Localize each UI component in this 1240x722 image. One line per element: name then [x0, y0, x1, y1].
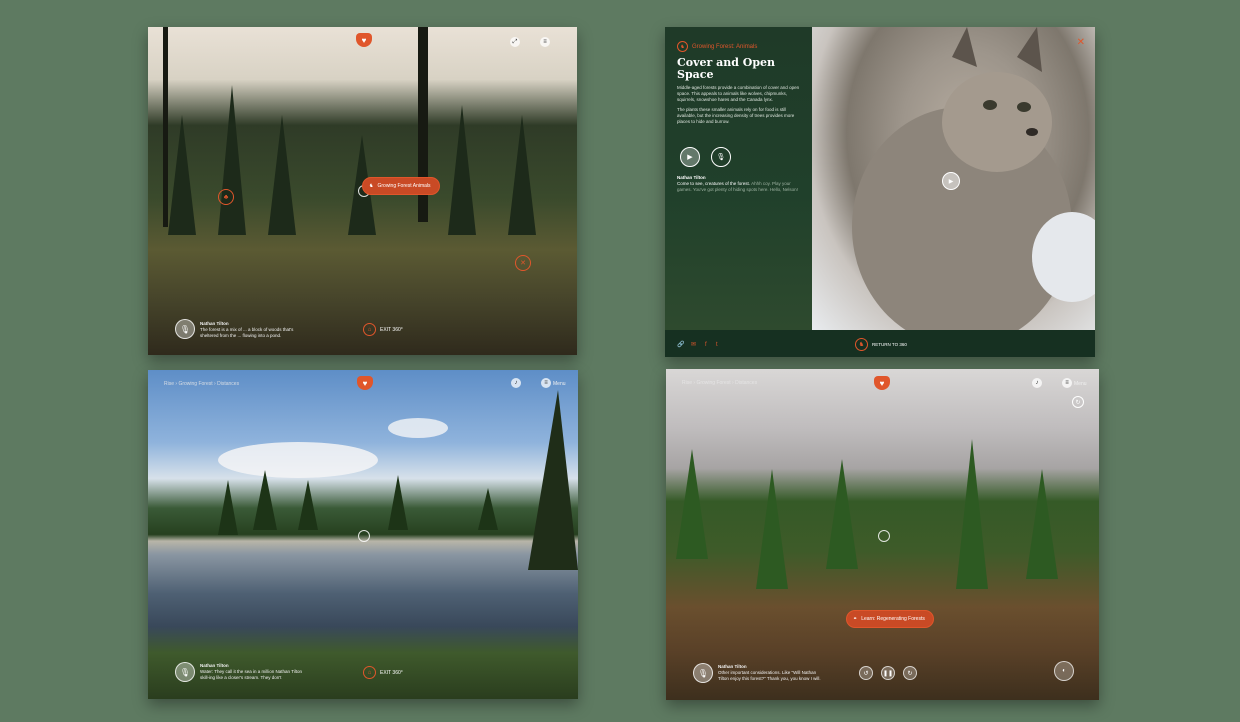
narration-text: Nathan Tilton Other important considerat…: [718, 664, 828, 682]
quote-lead: Come to see, creatures of the forest.: [677, 181, 751, 186]
tree: [268, 115, 296, 235]
hotspot-nav-icon[interactable]: ◐: [1054, 661, 1074, 681]
deer-icon: ♞: [369, 183, 374, 189]
popup-growing-forest-animals[interactable]: ♞ Growing Forest Animals: [362, 177, 440, 195]
tree: [756, 469, 788, 589]
tree: [826, 459, 858, 569]
narration-line: The forest is a mix of ... a block of wo…: [200, 327, 294, 338]
menu-icon[interactable]: ≡: [540, 37, 550, 47]
tree: [956, 439, 988, 589]
popup-regenerating-forests[interactable]: ⚭ Learn: Regenerating Forests: [846, 610, 934, 628]
tree: [168, 115, 196, 235]
microphone-icon[interactable]: 🎙: [693, 663, 713, 683]
menu-icon[interactable]: ≡: [1062, 378, 1072, 388]
exit-360-button[interactable]: ⌂ EXIT 360°: [363, 666, 403, 679]
photo-play-button[interactable]: ▶: [942, 172, 960, 190]
section-tag-label: Growing Forest: Animals: [692, 43, 758, 50]
narration-block: Nathan Tilton Come to see, creatures of …: [677, 175, 805, 193]
close-icon[interactable]: ✕: [1077, 37, 1085, 48]
sound-icon[interactable]: ♪: [1032, 378, 1042, 388]
deer-icon: ♞: [677, 41, 688, 52]
tree: [508, 115, 536, 235]
lynx-photo: ▶: [812, 27, 1095, 347]
microphone-icon[interactable]: 🎙: [175, 662, 195, 682]
menu-label[interactable]: Menu: [553, 381, 566, 387]
section-tag: ♞ Growing Forest: Animals: [677, 41, 757, 52]
card-footer: 🔗 ✉ f t ♞ RETURN TO 360: [665, 330, 1095, 357]
breadcrumb: Rise › Growing Forest › Distances: [682, 380, 758, 386]
tree: [1026, 469, 1058, 579]
narration-line: Water: They call it the sea in a million…: [200, 669, 303, 680]
card-paragraph: Middle-aged forests provide a combinatio…: [677, 85, 800, 102]
tree: [448, 105, 476, 235]
narration-text: Nathan Tilton Water: They call it the se…: [200, 663, 310, 681]
tree: [676, 449, 708, 559]
link-icon[interactable]: 🔗: [677, 341, 684, 348]
hotspot-close-icon[interactable]: ✕: [515, 255, 531, 271]
microphone-icon[interactable]: 🎙: [175, 319, 195, 339]
tree: [218, 85, 246, 235]
popup-label: Growing Forest Animals: [377, 183, 431, 189]
return-label: RETURN TO 360: [872, 342, 907, 347]
hotspot-tree-icon[interactable]: ♣: [218, 189, 234, 205]
rewind-icon[interactable]: ↺: [859, 666, 873, 680]
reticle-icon: [358, 530, 370, 542]
narration-line: Other important considerations. Like "Wi…: [718, 670, 821, 681]
reticle-icon: [878, 530, 890, 542]
breadcrumb-item[interactable]: Rise: [164, 381, 174, 387]
breadcrumb-item[interactable]: Growing Forest: [696, 380, 730, 386]
facebook-icon[interactable]: f: [705, 342, 707, 348]
panel-river-360: Rise › Growing Forest › Distances ♥ ♪ ≡ …: [148, 370, 578, 699]
narration-text: Nathan Tilton The forest is a mix of ...…: [200, 321, 310, 339]
binoculars-icon: ⚭: [853, 616, 858, 622]
breadcrumb-item[interactable]: Rise: [682, 380, 692, 386]
twitter-icon[interactable]: t: [716, 342, 718, 348]
breadcrumb-item[interactable]: Distances: [735, 380, 757, 386]
breadcrumb-item[interactable]: Growing Forest: [178, 381, 212, 387]
pause-icon[interactable]: ❚❚: [881, 666, 895, 680]
play-audio-button[interactable]: ▶: [680, 147, 700, 167]
panel-regrowth-360: Rise › Growing Forest › Distances ♥ ♪ ≡ …: [666, 369, 1099, 700]
info-sidebar: ♞ Growing Forest: Animals Cover and Open…: [665, 27, 812, 330]
panel-forest-360: ♥ ⤢ ≡ ♣ ✕ ♞ Growing Forest Animals 🎙 Nat…: [148, 27, 577, 355]
compass-icon[interactable]: ↻: [1072, 396, 1084, 408]
exit-360-button[interactable]: ⌂ EXIT 360°: [363, 323, 403, 336]
exit-icon: ⌂: [363, 323, 376, 336]
tree-trunk: [163, 27, 168, 227]
deer-icon: ♞: [855, 338, 868, 351]
menu-label[interactable]: Menu: [1074, 381, 1087, 387]
card-title: Cover and Open Space: [677, 56, 776, 81]
forward-icon[interactable]: ↻: [903, 666, 917, 680]
breadcrumb: Rise › Growing Forest › Distances: [164, 381, 240, 387]
breadcrumb-item[interactable]: Distances: [217, 381, 239, 387]
menu-icon[interactable]: ≡: [541, 378, 551, 388]
panel-lynx-detail: ♞ Growing Forest: Animals Cover and Open…: [665, 27, 1095, 357]
mail-icon[interactable]: ✉: [691, 341, 696, 348]
exit-label: EXIT 360°: [380, 326, 403, 333]
return-to-360-button[interactable]: ♞ RETURN TO 360: [855, 338, 907, 351]
fullscreen-icon[interactable]: ⤢: [510, 37, 520, 47]
card-paragraph: The plants these smaller animals rely on…: [677, 107, 795, 124]
microphone-button[interactable]: 🎙: [711, 147, 731, 167]
exit-label: EXIT 360°: [380, 669, 403, 676]
sound-icon[interactable]: ♪: [511, 378, 521, 388]
popup-label: Learn: Regenerating Forests: [861, 616, 925, 622]
exit-icon: ⌂: [363, 666, 376, 679]
